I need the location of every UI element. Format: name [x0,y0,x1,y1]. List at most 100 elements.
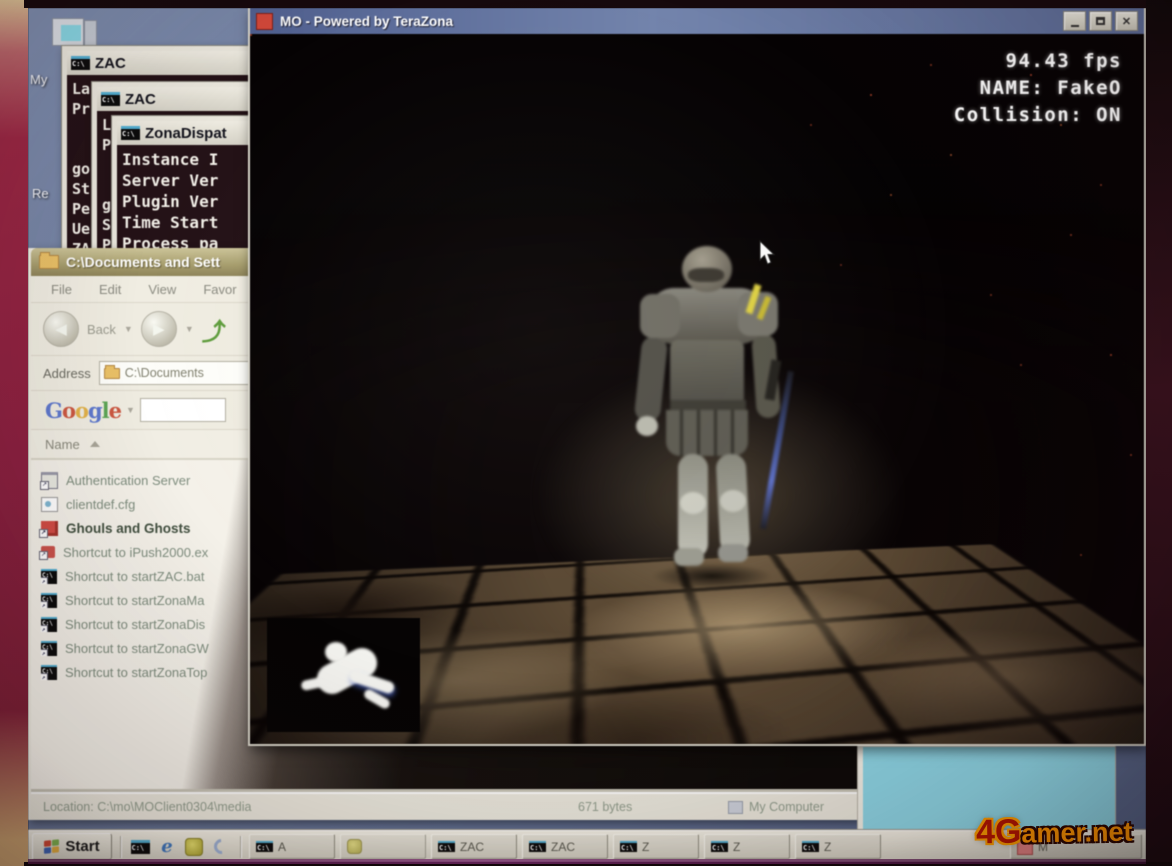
menu-file[interactable]: File [51,282,72,297]
up-folder-icon[interactable]: ⤴ [202,312,226,347]
task-label: ZAC [551,840,575,854]
game-title: MO - Powered by TeraZona [280,14,453,29]
taskbar-separator [120,836,121,858]
forward-button[interactable]: ▶ [141,311,177,347]
config-file-icon [41,497,58,512]
taskbar-separator [240,836,241,858]
zone-label: My Computer [749,800,824,814]
column-label: Name [45,437,80,452]
game-window: MO - Powered by TeraZona ✕ [248,8,1146,746]
address-value: C:\Documents [125,366,204,380]
my-computer-label[interactable]: My [30,72,47,87]
game-titlebar[interactable]: MO - Powered by TeraZona ✕ [250,8,1144,34]
forward-dropdown-icon[interactable]: ▼ [185,324,194,334]
back-dropdown-icon[interactable]: ▼ [124,324,133,334]
address-input[interactable]: C:\Documents [99,361,259,385]
mo-app-icon [256,13,273,30]
cmd-icon: C:\ [711,841,728,852]
taskbar-button-zac-2[interactable]: C:\ZAC [522,834,608,859]
status-size: 671 bytes [578,800,718,814]
watermark-suffix: amer.net [1021,817,1133,849]
task-label: ZAC [460,840,484,854]
red-noise-specks [250,34,252,36]
cmd-icon: C:\ [802,841,819,852]
collision-status: Collision: ON [954,102,1122,129]
cmd-icon: C:\ [121,126,140,140]
google-dropdown-icon[interactable]: ▼ [126,405,135,415]
start-button[interactable]: Start [32,833,112,860]
status-location: Location: C:\mo\MOClient0304\media [43,800,568,814]
mouse-cursor [758,240,775,271]
game-viewport[interactable]: 94.43 fps NAME: FakeO Collision: ON [250,34,1144,744]
red-shortcut-icon [41,546,55,558]
4gamer-watermark: 4Gamer.net [976,811,1133,853]
status-zone: My Computer [728,800,878,814]
google-logo[interactable]: Google [45,398,121,423]
photographed-monitor: My Re C:\ ZAC La Pr go St Pe Ue ZA C:\ Z… [0,0,1172,866]
folder-icon [104,368,120,379]
cmd-shortcut-icon: C:\ [41,593,57,608]
file-name: clientdef.cfg [66,497,135,512]
monitor-bezel-left [0,0,28,866]
taskbar-button-zac-1[interactable]: C:\ ZAC [431,834,517,859]
maximize-button[interactable] [1089,11,1112,31]
menu-favorites[interactable]: Favor [203,282,236,297]
task-label: A [278,840,286,854]
cmd-icon: C:\ [71,56,90,70]
cmd-icon: C:\ [438,841,455,852]
file-name: Authentication Server [66,473,190,488]
quicklaunch-blue-app-icon[interactable] [210,836,232,858]
cmd-shortcut-icon: C:\ [41,641,57,656]
game-hud: 94.43 fps NAME: FakeO Collision: ON [954,48,1122,129]
explorer-title: C:\Documents and Sett [66,254,220,270]
windows-flag-icon [44,839,60,855]
console-title: ZAC [125,91,156,108]
address-label: Address [43,366,91,381]
task-label: Z [642,840,649,854]
minimize-button[interactable] [1063,11,1086,31]
name-column-header[interactable]: Name [31,430,264,460]
file-name: Ghouls and Ghosts [66,521,191,536]
quicklaunch-yellow-app-icon[interactable] [183,836,205,858]
menu-view[interactable]: View [148,282,176,297]
my-computer-zone-icon [728,801,743,814]
task-label: Z [733,840,740,854]
window-controls: ✕ [1063,11,1138,31]
taskbar-button-authentication[interactable]: C:\ A [249,834,335,859]
computer-monitor-icon [52,18,84,46]
folder-icon [39,255,59,269]
file-name: Shortcut to iPush2000.ex [63,545,208,560]
quicklaunch-internet-explorer-icon[interactable]: e [156,836,178,858]
file-name: Shortcut to startZonaDis [65,617,205,632]
file-name: Shortcut to startZonaMa [65,593,204,608]
taskbar-button-app[interactable] [340,834,426,859]
explorer-statusbar: Location: C:\mo\MOClient0304\media 671 b… [31,792,890,820]
google-search-input[interactable] [140,398,226,422]
watermark-prefix: 4G [976,813,1022,852]
menu-edit[interactable]: Edit [99,282,121,297]
cmd-shortcut-icon: C:\ [41,569,57,584]
recycle-bin-label[interactable]: Re [32,186,49,201]
start-label: Start [65,838,99,855]
monitor-bezel-top [24,0,1172,8]
knight-character[interactable] [622,240,797,575]
console-title: ZAC [95,55,126,72]
yellow-app-icon [347,839,362,854]
application-shortcut-icon [41,472,58,489]
player-name: NAME: FakeO [954,75,1122,102]
taskbar-button-zona-2[interactable]: C:\ Z [704,834,790,859]
close-button[interactable]: ✕ [1115,11,1138,31]
back-button[interactable]: ◀ [43,311,79,347]
quicklaunch-cmd-icon[interactable]: C:\ [129,836,151,858]
cmd-icon: C:\ [256,841,273,852]
crt-edge-glow [28,859,1146,864]
task-label: Z [824,840,831,854]
computer-tower-icon [84,20,97,48]
taskbar-button-zona-1[interactable]: C:\Z [613,834,699,859]
cmd-icon: C:\ [101,92,120,106]
console-titlebar[interactable]: C:\ ZAC [67,51,252,75]
sort-ascending-icon [90,441,100,447]
file-name: Shortcut to startZonaGW [65,641,209,656]
monitor-bezel-right [1146,0,1172,866]
taskbar-button-zona-3[interactable]: C:\ Z [795,834,881,859]
